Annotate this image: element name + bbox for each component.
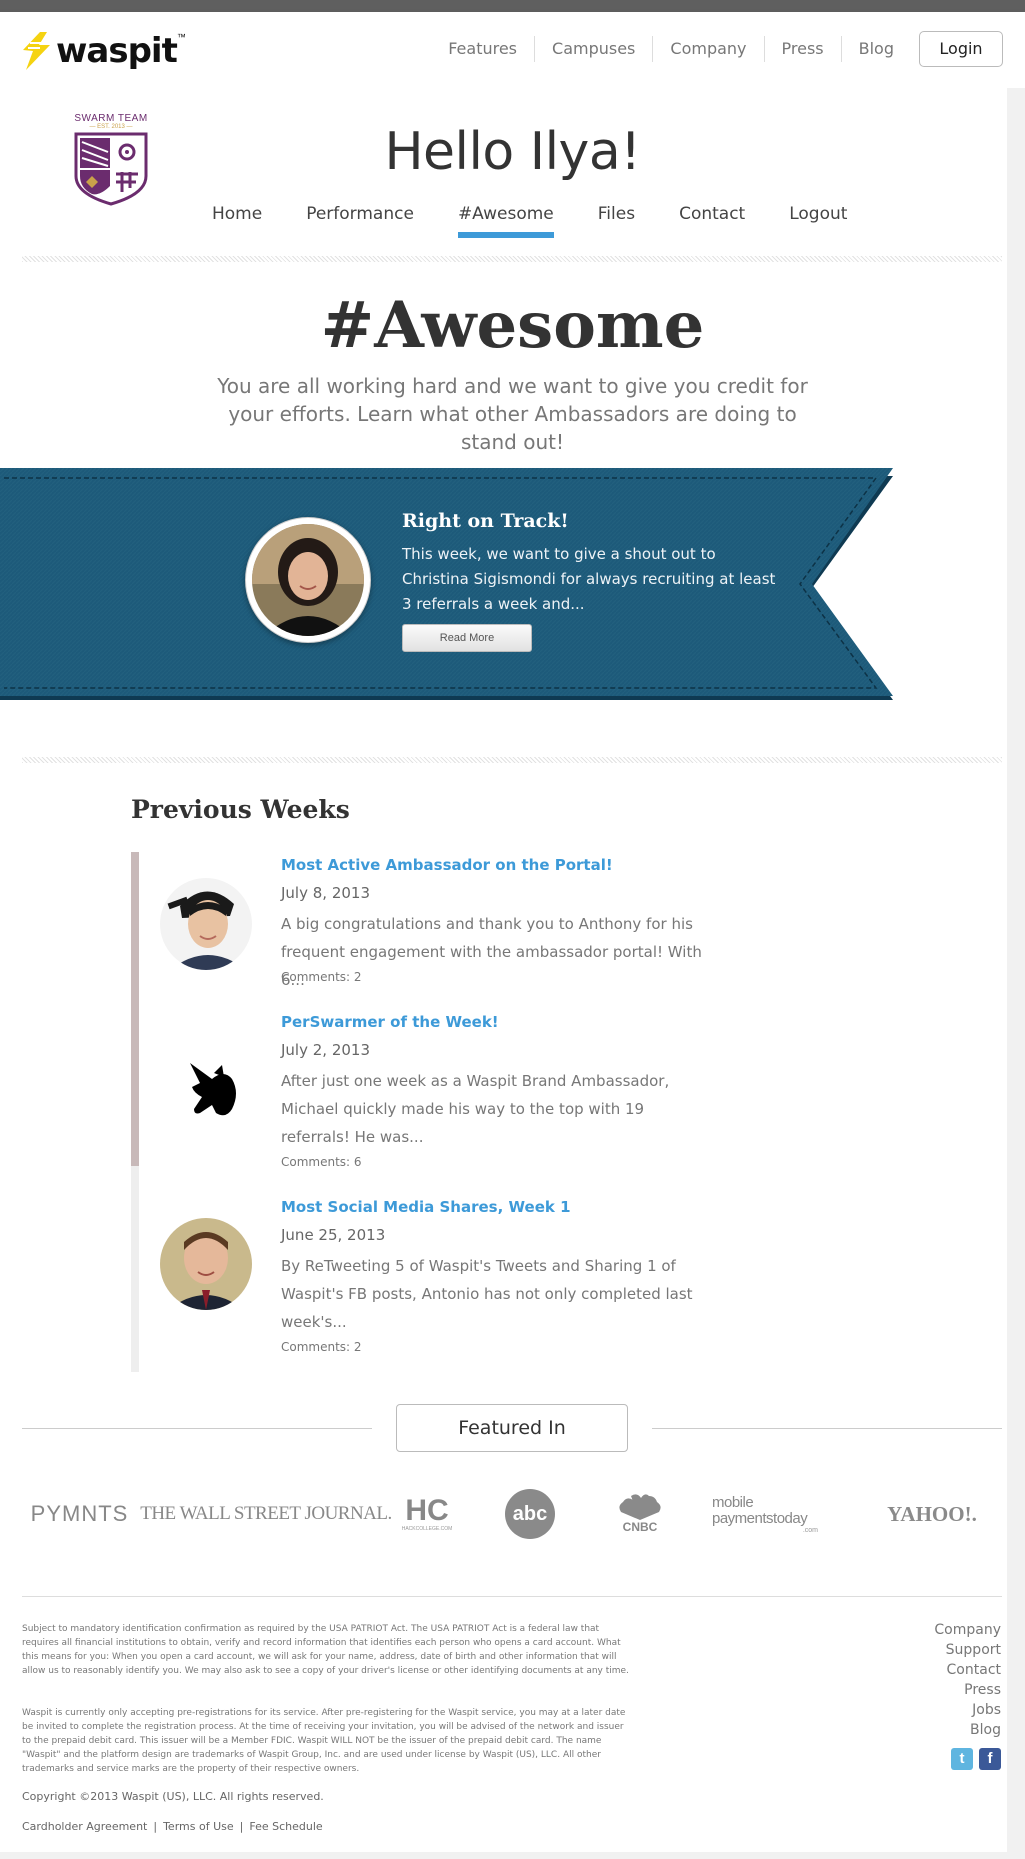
subnav-awesome[interactable]: #Awesome: [457, 204, 554, 238]
featured-in-label: Featured In: [396, 1404, 628, 1452]
legal-text-patriot-act: Subject to mandatory identification conf…: [22, 1624, 629, 1676]
site-header: waspit ™ Features Campuses Company Press…: [0, 12, 1025, 88]
press-logo-wsj[interactable]: THE WALL STREET JOURNAL.: [140, 1488, 392, 1540]
fee-schedule-link[interactable]: Fee Schedule: [249, 1820, 322, 1833]
hc-subtext: HACKCOLLEGE.COM: [401, 1526, 453, 1532]
topnav-blog[interactable]: Blog: [842, 36, 911, 62]
entry-date: July 8, 2013: [281, 884, 370, 902]
section-divider: [22, 757, 1002, 763]
feature-text: This week, we want to give a shout out t…: [402, 545, 776, 613]
entry-comments-link[interactable]: Comments: 2: [281, 970, 362, 984]
terms-of-use-link[interactable]: Terms of Use: [163, 1820, 234, 1833]
social-links: t f: [945, 1748, 1001, 1770]
previous-weeks-heading: Previous Weeks: [131, 795, 350, 824]
logo-trademark: ™: [176, 32, 186, 42]
page-title: #Awesome: [320, 288, 705, 363]
footer-link-support[interactable]: Support: [934, 1640, 1001, 1660]
subnav-files[interactable]: Files: [598, 204, 635, 238]
press-logo-abc[interactable]: abc: [500, 1488, 560, 1540]
legal-text-preregistration: Waspit is currently only accepting pre-r…: [22, 1708, 626, 1774]
read-more-button[interactable]: Read More: [402, 624, 532, 652]
twitter-icon[interactable]: t: [951, 1748, 973, 1770]
topnav-features[interactable]: Features: [431, 36, 536, 62]
entry-title-link[interactable]: PerSwarmer of the Week!: [281, 1013, 499, 1031]
unicorn-icon: [160, 1043, 252, 1135]
entry-avatar: [160, 1218, 252, 1310]
topnav-press[interactable]: Press: [765, 36, 842, 62]
footer-divider: [22, 1596, 1002, 1597]
cnbc-text: CNBC: [622, 1520, 658, 1534]
timeline-progress: [131, 852, 139, 1166]
subnav-contact[interactable]: Contact: [679, 204, 745, 238]
facebook-icon[interactable]: f: [979, 1748, 1001, 1770]
login-button[interactable]: Login: [919, 31, 1003, 67]
featured-divider-left: [22, 1428, 372, 1429]
top-navigation: Features Campuses Company Press Blog Log…: [431, 31, 1003, 67]
abc-circle: abc: [505, 1489, 555, 1539]
page-subtitle: You are all working hard and we want to …: [217, 374, 808, 454]
entry-title-link[interactable]: Most Active Ambassador on the Portal!: [281, 856, 613, 874]
window-top-strip: [0, 0, 1025, 12]
hc-text: HC: [405, 1494, 449, 1527]
footer-link-jobs[interactable]: Jobs: [934, 1700, 1001, 1720]
footer-link-press[interactable]: Press: [934, 1680, 1001, 1700]
entry-excerpt: By ReTweeting 5 of Waspit's Tweets and S…: [281, 1257, 693, 1331]
pymnts-text: PYMNTS: [30, 1501, 129, 1526]
mpt-text: mobile paymentstoday: [712, 1493, 808, 1527]
wasp-bolt-icon: [23, 32, 50, 70]
featured-divider-right: [652, 1428, 1002, 1429]
topnav-company[interactable]: Company: [653, 36, 765, 62]
person-photo: [160, 1218, 252, 1310]
greeting-heading: Hello Ilya!: [384, 122, 641, 182]
cardholder-agreement-link[interactable]: Cardholder Agreement: [22, 1820, 147, 1833]
wsj-text: THE WALL STREET JOURNAL.: [140, 1503, 392, 1524]
press-logo-yahoo[interactable]: YAHOO!.: [872, 1488, 992, 1540]
footer-link-contact[interactable]: Contact: [934, 1660, 1001, 1680]
press-logo-pymnts[interactable]: PYMNTS: [22, 1488, 137, 1540]
topnav-campuses[interactable]: Campuses: [535, 36, 654, 62]
featured-ambassador-avatar: [245, 517, 371, 643]
entry-comments-link[interactable]: Comments: 2: [281, 1340, 362, 1354]
entry-title-link[interactable]: Most Social Media Shares, Week 1: [281, 1198, 571, 1216]
subnav-performance[interactable]: Performance: [306, 204, 414, 238]
subnav-home[interactable]: Home: [212, 204, 262, 238]
abc-text: abc: [512, 1502, 548, 1525]
entry-excerpt: After just one week as a Waspit Brand Am…: [281, 1072, 670, 1146]
press-logo-mobile-payments-today[interactable]: mobile paymentstoday .com: [712, 1488, 842, 1540]
entry-avatar: [160, 878, 252, 970]
footer-navigation: Company Support Contact Press Jobs Blog: [934, 1620, 1001, 1740]
entry-date: June 25, 2013: [281, 1226, 386, 1244]
entry-comments-link[interactable]: Comments: 6: [281, 1155, 362, 1169]
feature-title: Right on Track!: [402, 510, 569, 532]
entry-avatar: [160, 1043, 252, 1135]
footer-link-company[interactable]: Company: [934, 1620, 1001, 1640]
cnbc-peacock-icon: [619, 1494, 661, 1520]
press-logo-hackcollege[interactable]: HC HACKCOLLEGE.COM: [392, 1488, 462, 1540]
person-photo: [160, 878, 252, 970]
entry-date: July 2, 2013: [281, 1041, 370, 1059]
legal-links: Cardholder Agreement | Terms of Use | Fee Sc…: [22, 1820, 323, 1833]
logo-wordmark: waspit: [56, 31, 178, 71]
section-divider: [22, 256, 1002, 262]
ambassador-photo: [252, 524, 364, 636]
subnav-logout[interactable]: Logout: [789, 204, 847, 238]
portal-navigation: Home Performance #Awesome Files Contact …: [212, 204, 891, 238]
copyright: Copyright ©2013 Waspit (US), LLC. All ri…: [22, 1790, 324, 1803]
mpt-subtext: .com: [802, 1526, 818, 1534]
footer-link-blog[interactable]: Blog: [934, 1720, 1001, 1740]
yahoo-text: YAHOO!.: [887, 1501, 977, 1526]
waspit-logo[interactable]: waspit ™: [20, 30, 186, 72]
press-logo-cnbc[interactable]: CNBC: [605, 1488, 675, 1540]
